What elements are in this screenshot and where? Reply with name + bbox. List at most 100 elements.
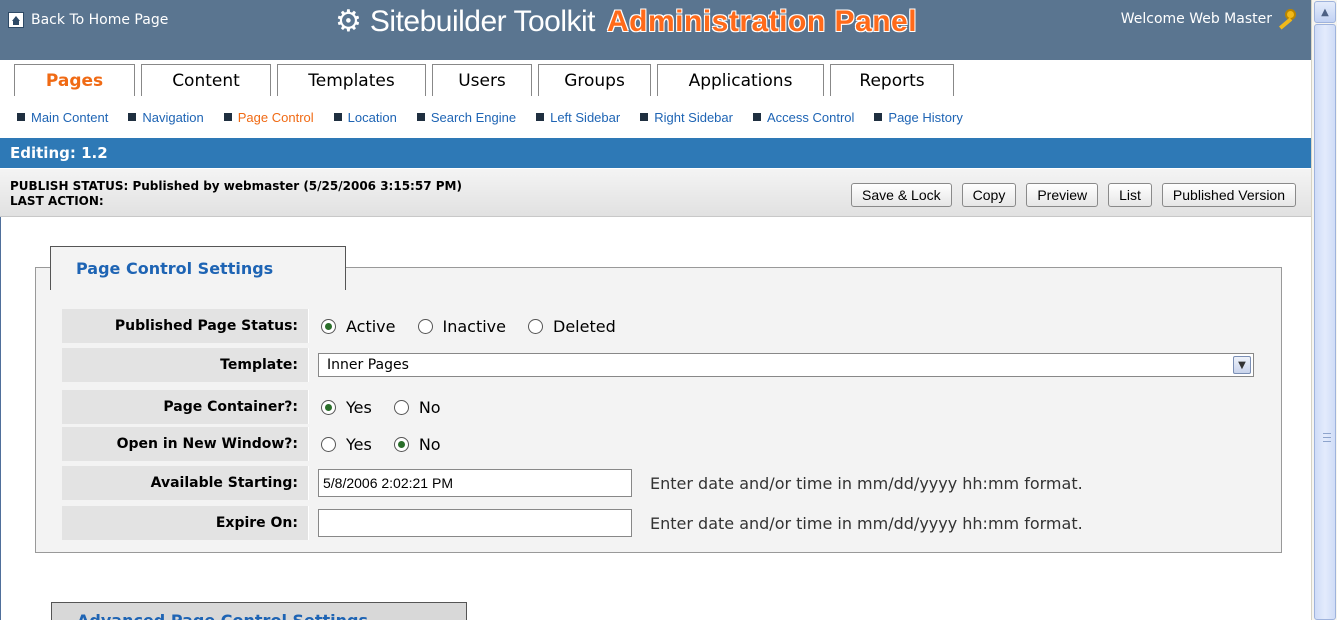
radio-label: No bbox=[418, 397, 441, 417]
tab-pages[interactable]: Pages bbox=[14, 64, 135, 96]
gear-icon: ⚙ bbox=[335, 4, 362, 39]
tab-applications[interactable]: Applications bbox=[657, 64, 824, 96]
published-status-row: Published Page Status: Active Inactive D… bbox=[62, 309, 638, 343]
radio-label: No bbox=[418, 434, 441, 454]
tab-users[interactable]: Users bbox=[432, 64, 532, 96]
template-value: Inner Pages bbox=[327, 357, 409, 373]
subnav-label: Page Control bbox=[237, 109, 314, 125]
welcome-area: Welcome Web Master bbox=[1121, 8, 1297, 30]
subnav-label: Access Control bbox=[766, 109, 855, 125]
subnav-label: Page History bbox=[888, 109, 963, 125]
subnav-location[interactable]: Location bbox=[333, 109, 397, 125]
expire-on-row: Expire On: bbox=[62, 506, 309, 540]
sub-navigation: Main Content Navigation Page Control Loc… bbox=[0, 96, 1311, 138]
page-container-label: Page Container?: bbox=[62, 390, 309, 424]
subnav-left-sidebar[interactable]: Left Sidebar bbox=[536, 110, 620, 125]
bullet-icon bbox=[536, 113, 545, 121]
brand-title: Sitebuilder Toolkit bbox=[369, 5, 596, 38]
subnav-label: Search Engine bbox=[430, 109, 517, 125]
window-yes-radio[interactable]: Yes bbox=[321, 435, 372, 454]
main-tabs: Pages Content Templates Users Groups App… bbox=[14, 64, 960, 96]
bullet-icon bbox=[223, 113, 232, 121]
preview-button[interactable]: Preview bbox=[1026, 183, 1099, 207]
published-status-label: Published Page Status: bbox=[62, 309, 309, 343]
bullet-icon bbox=[874, 113, 883, 121]
container-no-radio[interactable]: No bbox=[393, 397, 441, 417]
page-container-options: Yes No bbox=[309, 390, 463, 424]
available-starting-input[interactable]: 5/8/2006 2:02:21 PM bbox=[318, 469, 632, 497]
left-border bbox=[0, 217, 1, 620]
radio-icon bbox=[321, 318, 336, 334]
last-action: LAST ACTION: bbox=[10, 194, 104, 208]
editing-bar: Editing: 1.2 bbox=[0, 138, 1311, 168]
scroll-up-icon[interactable]: ▲ bbox=[1314, 1, 1336, 23]
available-starting-hint: Enter date and/or time in mm/dd/yyyy hh:… bbox=[650, 474, 1083, 493]
status-text: PUBLISH STATUS: Published by webmaster (… bbox=[10, 179, 462, 209]
back-home-label: Back To Home Page bbox=[31, 12, 169, 28]
panel-title: Page Control Settings bbox=[50, 246, 346, 290]
template-select[interactable]: Inner Pages ▼ bbox=[318, 353, 1254, 377]
expire-on-hint: Enter date and/or time in mm/dd/yyyy hh:… bbox=[650, 514, 1083, 533]
radio-icon bbox=[321, 399, 336, 415]
radio-label: Inactive bbox=[442, 316, 507, 336]
subnav-search-engine[interactable]: Search Engine bbox=[416, 109, 517, 125]
subnav-label: Navigation bbox=[142, 109, 204, 125]
status-active-radio[interactable]: Active bbox=[321, 317, 396, 336]
expire-on-input[interactable] bbox=[318, 509, 632, 537]
status-inactive-radio[interactable]: Inactive bbox=[417, 316, 507, 336]
container-yes-radio[interactable]: Yes bbox=[321, 398, 372, 417]
back-home-link[interactable]: Back To Home Page bbox=[8, 12, 168, 28]
tab-groups[interactable]: Groups bbox=[538, 64, 651, 96]
status-deleted-radio[interactable]: Deleted bbox=[528, 317, 616, 336]
brand-logo: ⚙ Sitebuilder Toolkit Administration Pan… bbox=[335, 3, 917, 41]
vertical-scrollbar[interactable]: ▲ bbox=[1311, 0, 1337, 620]
subnav-page-history[interactable]: Page History bbox=[874, 109, 963, 125]
bullet-icon bbox=[752, 113, 761, 121]
radio-icon bbox=[528, 318, 543, 334]
published-version-button[interactable]: Published Version bbox=[1161, 183, 1296, 207]
new-window-options: Yes No bbox=[309, 427, 463, 461]
welcome-text: Welcome Web Master bbox=[1120, 11, 1272, 27]
bullet-icon bbox=[640, 113, 649, 121]
new-window-label: Open in New Window?: bbox=[62, 427, 309, 461]
window-no-radio[interactable]: No bbox=[393, 434, 441, 454]
publish-status: PUBLISH STATUS: Published by webmaster (… bbox=[10, 179, 462, 193]
bullet-icon bbox=[17, 113, 25, 121]
subnav-page-control[interactable]: Page Control bbox=[223, 109, 314, 125]
bullet-icon bbox=[416, 113, 425, 121]
tab-reports[interactable]: Reports bbox=[830, 64, 954, 96]
radio-label: Deleted bbox=[553, 316, 616, 336]
radio-label: Yes bbox=[346, 434, 372, 454]
published-status-options: Active Inactive Deleted bbox=[309, 309, 638, 343]
subnav-label: Location bbox=[347, 109, 397, 125]
list-button[interactable]: List bbox=[1108, 183, 1152, 207]
radio-icon bbox=[417, 318, 433, 334]
subnav-access-control[interactable]: Access Control bbox=[752, 109, 855, 125]
subnav-main-content[interactable]: Main Content bbox=[17, 110, 108, 125]
radio-label: Active bbox=[346, 316, 396, 336]
copy-button[interactable]: Copy bbox=[961, 183, 1017, 207]
chevron-down-icon[interactable]: ▼ bbox=[1233, 356, 1251, 374]
action-buttons: Save & Lock Copy Preview List Published … bbox=[841, 183, 1296, 207]
page-container-row: Page Container?: Yes No bbox=[62, 390, 463, 424]
bullet-icon bbox=[333, 113, 342, 121]
scroll-thumb[interactable] bbox=[1314, 24, 1336, 620]
subnav-right-sidebar[interactable]: Right Sidebar bbox=[640, 110, 733, 125]
radio-icon bbox=[393, 399, 409, 415]
new-window-row: Open in New Window?: Yes No bbox=[62, 427, 463, 461]
subnav-label: Main Content bbox=[31, 109, 109, 125]
brand-subtitle: Administration Panel bbox=[607, 5, 918, 38]
expire-on-label: Expire On: bbox=[62, 506, 309, 540]
advanced-settings-title: Advanced Page Control Settings bbox=[51, 602, 467, 620]
grip-icon bbox=[1323, 433, 1331, 442]
tab-templates[interactable]: Templates bbox=[277, 64, 426, 96]
tab-content[interactable]: Content bbox=[141, 64, 271, 96]
save-lock-button[interactable]: Save & Lock bbox=[851, 183, 952, 207]
available-starting-label: Available Starting: bbox=[62, 466, 309, 500]
key-icon[interactable] bbox=[1275, 8, 1297, 30]
template-label: Template: bbox=[62, 348, 309, 382]
status-bar: PUBLISH STATUS: Published by webmaster (… bbox=[0, 169, 1311, 217]
top-header: Back To Home Page ⚙ Sitebuilder Toolkit … bbox=[0, 0, 1311, 60]
available-starting-row: Available Starting: bbox=[62, 466, 309, 500]
subnav-navigation[interactable]: Navigation bbox=[128, 109, 204, 125]
